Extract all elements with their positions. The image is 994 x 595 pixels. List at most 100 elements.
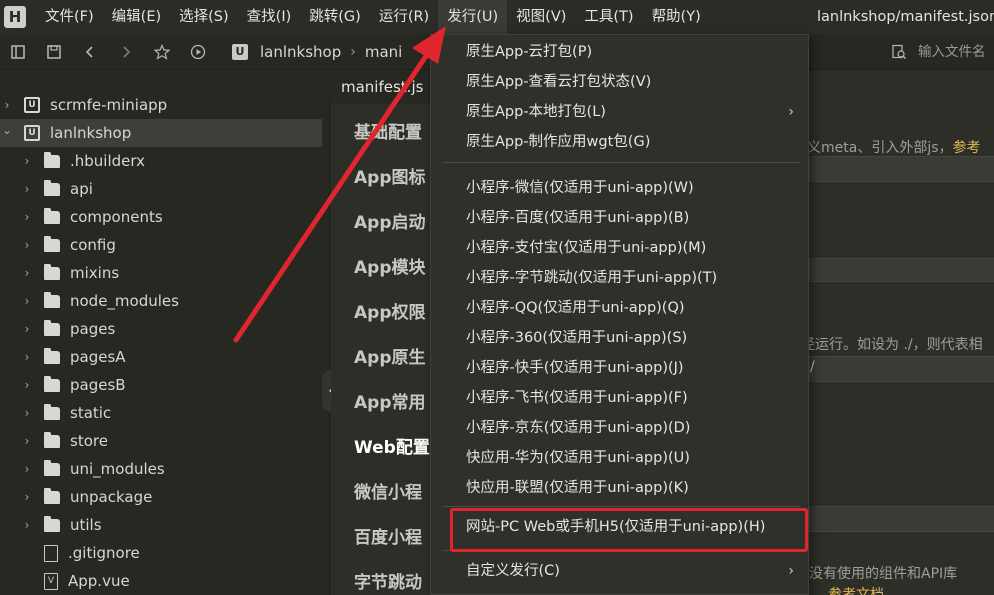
dropdown-item[interactable]: 原生App-本地打包(L) › [431,97,808,127]
chevron-down-icon[interactable]: ⌄ [0,123,14,137]
dropdown-item-label: 小程序-快手(仅适用于uni-app)(J) [466,360,684,376]
manifest-nav-item[interactable]: App图标 [354,163,426,188]
dropdown-item[interactable]: 小程序-微信(仅适用于uni-app)(W) [431,173,808,203]
tree-item-pages[interactable]: › pages [0,315,322,343]
back-icon[interactable] [72,34,108,70]
manifest-nav-item[interactable]: 字节跳动 [354,568,422,593]
menu-item[interactable]: 工具(T) [575,0,642,34]
chevron-right-icon[interactable]: › [20,462,34,476]
tree-item-app-vue[interactable]: V App.vue [0,567,322,595]
manifest-nav-item[interactable]: App权限 [354,298,426,323]
chevron-right-icon[interactable]: › [20,266,34,280]
save-icon[interactable] [36,34,72,70]
tree-item-api[interactable]: › api [0,175,322,203]
chevron-right-icon[interactable]: › [20,378,34,392]
dropdown-item[interactable]: 原生App-查看云打包状态(V) [431,67,808,97]
manifest-nav-item[interactable]: Web配置 [354,433,430,458]
chevron-right-icon[interactable]: › [20,210,34,224]
title-input-box[interactable] [809,506,994,532]
chevron-right-icon[interactable]: › [0,98,14,112]
manifest-nav-item[interactable]: 基础配置 [354,118,422,143]
tree-item-scrmfe-miniapp[interactable]: › Uscrmfe-miniapp [0,91,322,119]
menu-item[interactable]: 跳转(G) [300,0,370,34]
dropdown-item[interactable]: 小程序-快手(仅适用于uni-app)(J) [431,353,808,383]
tree-item-components[interactable]: › components [0,203,322,231]
router-input-box[interactable] [809,258,994,282]
dropdown-item-label: 小程序-飞书(仅适用于uni-app)(F) [466,390,688,406]
forward-icon[interactable] [108,34,144,70]
meta-description-text: 定义meta、引入外部js， [793,140,953,156]
dropdown-item[interactable]: 原生App-云打包(P) [431,37,808,67]
run-icon[interactable] [180,34,216,70]
menu-item[interactable]: 文件(F) [36,0,103,34]
tree-item-node-modules[interactable]: › node_modules [0,287,322,315]
manifest-nav-item[interactable]: App常用 [354,388,426,413]
tree-item-uni-modules[interactable]: › uni_modules [0,455,322,483]
tree-item-lanlnkshop[interactable]: ⌄ Ulanlnkshop [0,119,322,147]
menu-item[interactable]: 查找(I) [238,0,301,34]
tree-item-pagesa[interactable]: › pagesA [0,343,322,371]
manifest-nav-item[interactable]: App启动 [354,208,426,233]
dropdown-item[interactable]: 小程序-百度(仅适用于uni-app)(B) [431,203,808,233]
dropdown-item[interactable]: 小程序-字节跳动(仅适用于uni-app)(T) [431,263,808,293]
tree-item-pagesb[interactable]: › pagesB [0,371,322,399]
manifest-nav-item[interactable]: App原生 [354,343,426,368]
dropdown-item[interactable]: 小程序-QQ(仅适用于uni-app)(Q) [431,293,808,323]
menu-item[interactable]: 发行(U) [438,0,508,34]
tree-item-label: pagesA [70,348,126,366]
manifest-nav-item[interactable]: App模块 [354,253,426,278]
tree-item-label: unpackage [70,488,153,506]
chevron-right-icon[interactable]: › [20,406,34,420]
breadcrumb-file[interactable]: mani [365,43,402,61]
chevron-right-icon[interactable]: › [20,238,34,252]
dropdown-item[interactable]: 快应用-联盟(仅适用于uni-app)(K) [431,473,808,503]
tree-item-utils[interactable]: › utils [0,511,322,539]
tree-item-gitignore[interactable]: .gitignore [0,539,322,567]
chevron-right-icon[interactable]: › [20,490,34,504]
dropdown-item[interactable]: 小程序-飞书(仅适用于uni-app)(F) [431,383,808,413]
tree-item-mixins[interactable]: › mixins [0,259,322,287]
chevron-right-icon[interactable]: › [20,350,34,364]
dropdown-item[interactable]: 小程序-360(仅适用于uni-app)(S) [431,323,808,353]
tab-manifest[interactable]: manifest.js [331,70,441,104]
tree-item-label: lanlnkshop [50,124,132,142]
tree-item-static[interactable]: › static [0,399,322,427]
menu-item[interactable]: 帮助(Y) [643,0,710,34]
folder-icon [44,375,60,392]
dropdown-item[interactable]: 小程序-京东(仅适用于uni-app)(D) [431,413,808,443]
dropdown-item[interactable]: 自定义发行(C) › [431,556,808,586]
meta-reference-link[interactable]: 参考 [953,140,981,156]
menu-item[interactable]: 选择(S) [170,0,238,34]
chevron-right-icon[interactable]: › [20,154,34,168]
tree-item-store[interactable]: › store [0,427,322,455]
window-title: lanlnkshop/manifest.json - [816,9,994,25]
chevron-right-icon[interactable]: › [20,434,34,448]
file-search-icon[interactable] [888,41,910,63]
breadcrumb-project[interactable]: lanlnkshop [260,43,341,61]
menu-item[interactable]: 编辑(E) [103,0,170,34]
sidebar-toggle-icon[interactable] [0,34,36,70]
menu-item[interactable]: 运行(R) [370,0,438,34]
chevron-right-icon[interactable]: › [20,322,34,336]
menu-item[interactable]: 视图(V) [507,0,575,34]
manifest-nav-item[interactable]: 百度小程 [354,523,422,548]
dropdown-item[interactable]: 小程序-支付宝(仅适用于uni-app)(M) [431,233,808,263]
tree-item-hbuilderx[interactable]: › .hbuilderx [0,147,322,175]
chevron-right-icon[interactable]: › [20,182,34,196]
project-explorer: › Uscrmfe-miniapp ⌄ Ulanlnkshop › .hbuilderx ›… [0,91,330,595]
tree-item-config[interactable]: › config [0,231,322,259]
tree-shaking-docs-link[interactable]: 参考文档 [828,584,884,595]
meta-input-box[interactable] [809,156,994,182]
base-path-input[interactable]: / [809,356,994,382]
star-icon[interactable] [144,34,180,70]
tree-item-unpackage[interactable]: › unpackage [0,483,322,511]
tree-item-label: config [70,236,116,254]
chevron-right-icon[interactable]: › [20,294,34,308]
chevron-right-icon[interactable]: › [20,518,34,532]
manifest-nav-item[interactable]: 微信小程 [354,478,422,503]
file-search-input[interactable] [918,44,994,60]
dropdown-item-label: 小程序-微信(仅适用于uni-app)(W) [466,180,694,196]
dropdown-item-label: 原生App-本地打包(L) [466,104,606,120]
dropdown-item[interactable]: 原生App-制作应用wgt包(G) [431,127,808,157]
dropdown-item[interactable]: 快应用-华为(仅适用于uni-app)(U) [431,443,808,473]
